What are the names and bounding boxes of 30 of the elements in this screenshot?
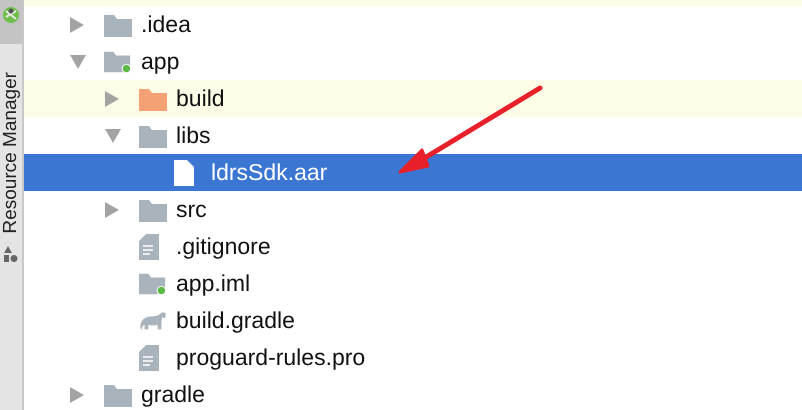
tree-item[interactable]: .gitignore — [176, 234, 271, 260]
elephant-icon — [139, 310, 167, 332]
tree-item[interactable]: proguard-rules.pro — [176, 344, 366, 370]
text-file-icon — [139, 234, 159, 260]
tree-item[interactable]: ldrsSdk.aar — [211, 160, 328, 186]
folder-icon — [139, 124, 167, 148]
folder-icon — [104, 382, 132, 406]
expand-arrow-icon[interactable] — [70, 386, 84, 402]
tree-item[interactable]: libs — [176, 122, 211, 148]
module-file-icon — [139, 270, 167, 296]
sidebar-tab[interactable]: Resource Manager — [0, 70, 22, 236]
highlighted-row[interactable]: build — [24, 80, 802, 117]
text-file-icon — [139, 344, 159, 370]
file-icon — [174, 160, 194, 186]
tree-item[interactable]: app.iml — [176, 270, 250, 296]
folder-icon — [104, 48, 132, 74]
tree-item[interactable]: gradle — [141, 382, 205, 408]
selected-row[interactable]: ldrsSdk.aar — [24, 154, 802, 191]
expand-arrow-icon[interactable] — [105, 90, 119, 106]
folder-icon — [139, 198, 167, 222]
folder-icon — [139, 86, 167, 110]
tree-item[interactable]: build.gradle — [176, 308, 295, 334]
tree-item[interactable]: .idea — [141, 12, 191, 38]
shapes-icon[interactable] — [4, 246, 18, 264]
folder-icon — [104, 12, 132, 36]
tree-item[interactable]: build — [176, 86, 225, 112]
expand-arrow-icon[interactable] — [70, 16, 84, 32]
tree-item[interactable]: app — [141, 48, 180, 74]
tree-item[interactable]: src — [176, 196, 207, 222]
expand-arrow-icon[interactable] — [105, 202, 119, 218]
